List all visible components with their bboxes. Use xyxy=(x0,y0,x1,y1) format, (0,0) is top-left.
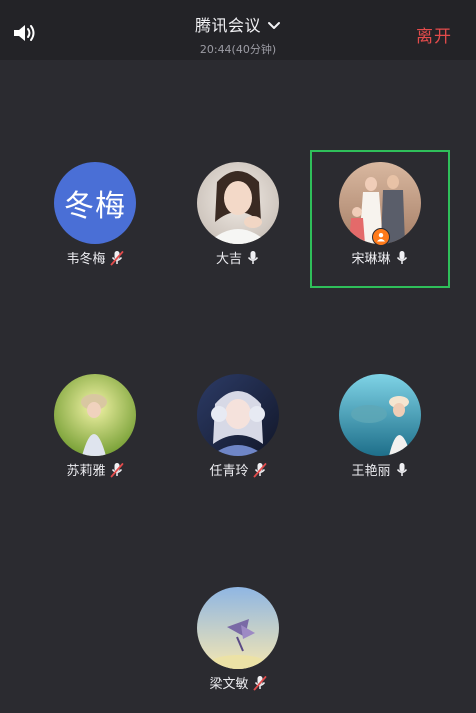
leave-button[interactable]: 离开 xyxy=(416,22,452,47)
participant-name-row: 王艳丽 xyxy=(310,460,450,479)
participant-tile[interactable]: 冬梅 韦冬梅 xyxy=(25,150,165,288)
mic-muted-icon xyxy=(110,462,124,478)
participant-name: 大吉 xyxy=(215,252,242,267)
host-badge-icon xyxy=(372,228,390,246)
avatar-initials: 冬梅 xyxy=(54,162,136,244)
mic-muted-icon xyxy=(253,462,267,478)
participant-name-row: 苏莉雅 xyxy=(25,460,165,479)
participant-name-row: 韦冬梅 xyxy=(25,248,165,267)
participant-name-row: 梁文敏 xyxy=(168,673,308,692)
avatar xyxy=(339,374,421,456)
meeting-title-area: 腾讯会议 20:44(40分钟) xyxy=(0,12,476,57)
avatar xyxy=(197,587,279,669)
participant-name: 梁文敏 xyxy=(209,677,249,692)
participant-name: 苏莉雅 xyxy=(66,464,106,479)
avatar xyxy=(197,162,279,244)
participant-tile[interactable]: 梁文敏 xyxy=(168,575,308,713)
participant-tile[interactable]: 任青玲 xyxy=(168,362,308,500)
participant-tile-active[interactable]: 宋琳琳 xyxy=(310,150,450,288)
mic-icon xyxy=(246,250,260,266)
avatar xyxy=(197,374,279,456)
avatar xyxy=(54,374,136,456)
participant-tile[interactable]: 大吉 xyxy=(168,150,308,288)
participant-tile[interactable]: 苏莉雅 xyxy=(25,362,165,500)
participant-name: 宋琳琳 xyxy=(351,252,391,267)
mic-muted-icon xyxy=(253,675,267,691)
top-bar: 腾讯会议 20:44(40分钟) 离开 xyxy=(0,0,476,60)
participant-tile[interactable]: 王艳丽 xyxy=(310,362,450,500)
avatar: 冬梅 xyxy=(54,162,136,244)
participant-name-row: 大吉 xyxy=(168,248,308,267)
participant-name-row: 宋琳琳 xyxy=(312,248,448,267)
participant-name: 任青玲 xyxy=(209,464,249,479)
mic-icon xyxy=(395,462,409,478)
mic-muted-icon xyxy=(110,250,124,266)
meeting-duration: 20:44(40分钟) xyxy=(199,43,277,56)
mic-icon xyxy=(395,250,409,266)
meeting-title-dropdown[interactable]: 腾讯会议 xyxy=(195,12,281,36)
participant-name: 韦冬梅 xyxy=(66,252,106,267)
participant-name: 王艳丽 xyxy=(351,464,391,479)
meeting-title: 腾讯会议 xyxy=(194,16,261,35)
chevron-down-icon xyxy=(267,17,281,31)
participant-name-row: 任青玲 xyxy=(168,460,308,479)
